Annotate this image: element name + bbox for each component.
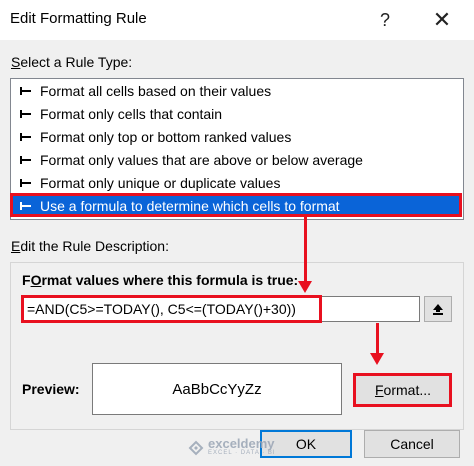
arrow-icon bbox=[20, 177, 36, 189]
rule-item-cells-that-contain[interactable]: Format only cells that contain bbox=[12, 103, 460, 125]
watermark-name: exceldemy bbox=[208, 436, 275, 451]
formula-heading: FOrmat values where this formula is true… bbox=[22, 272, 299, 288]
rule-item-above-below-average[interactable]: Format only values that are above or bel… bbox=[12, 149, 460, 171]
rule-item-all-cells[interactable]: Format all cells based on their values bbox=[12, 80, 460, 102]
collapse-dialog-button[interactable] bbox=[424, 296, 452, 322]
upload-arrow-icon bbox=[433, 304, 443, 315]
cancel-button[interactable]: Cancel bbox=[364, 430, 460, 458]
rule-type-label: Select a Rule Type: bbox=[11, 54, 133, 70]
arrow-icon bbox=[20, 131, 36, 143]
highlight-formula bbox=[21, 295, 322, 323]
rule-description-label: Edit the Rule Description: bbox=[11, 238, 169, 254]
window-title: Edit Formatting Rule bbox=[10, 10, 147, 27]
highlight-format-button bbox=[353, 373, 452, 407]
highlight-selected-rule bbox=[10, 193, 462, 217]
annotation-line-1 bbox=[304, 217, 307, 283]
annotation-arrowhead-1 bbox=[298, 281, 312, 293]
preview-box: AaBbCcYyZz bbox=[92, 363, 342, 415]
help-button[interactable]: ? bbox=[365, 4, 405, 36]
arrow-icon bbox=[20, 154, 36, 166]
arrow-icon bbox=[20, 85, 36, 97]
annotation-line-2 bbox=[376, 323, 379, 355]
watermark-logo: exceldemy EXCEL · DATA · BI bbox=[188, 436, 276, 457]
title-bar: Edit Formatting Rule ? ✕ bbox=[0, 0, 474, 40]
arrow-icon bbox=[20, 108, 36, 120]
rule-item-top-bottom[interactable]: Format only top or bottom ranked values bbox=[12, 126, 460, 148]
close-button[interactable]: ✕ bbox=[422, 4, 462, 36]
rule-item-unique-duplicate[interactable]: Format only unique or duplicate values bbox=[12, 172, 460, 194]
preview-label: Preview: bbox=[22, 381, 80, 397]
watermark-tagline: EXCEL · DATA · BI bbox=[208, 450, 276, 456]
annotation-arrowhead-2 bbox=[370, 353, 384, 365]
exceldemy-logo-icon bbox=[188, 440, 204, 455]
